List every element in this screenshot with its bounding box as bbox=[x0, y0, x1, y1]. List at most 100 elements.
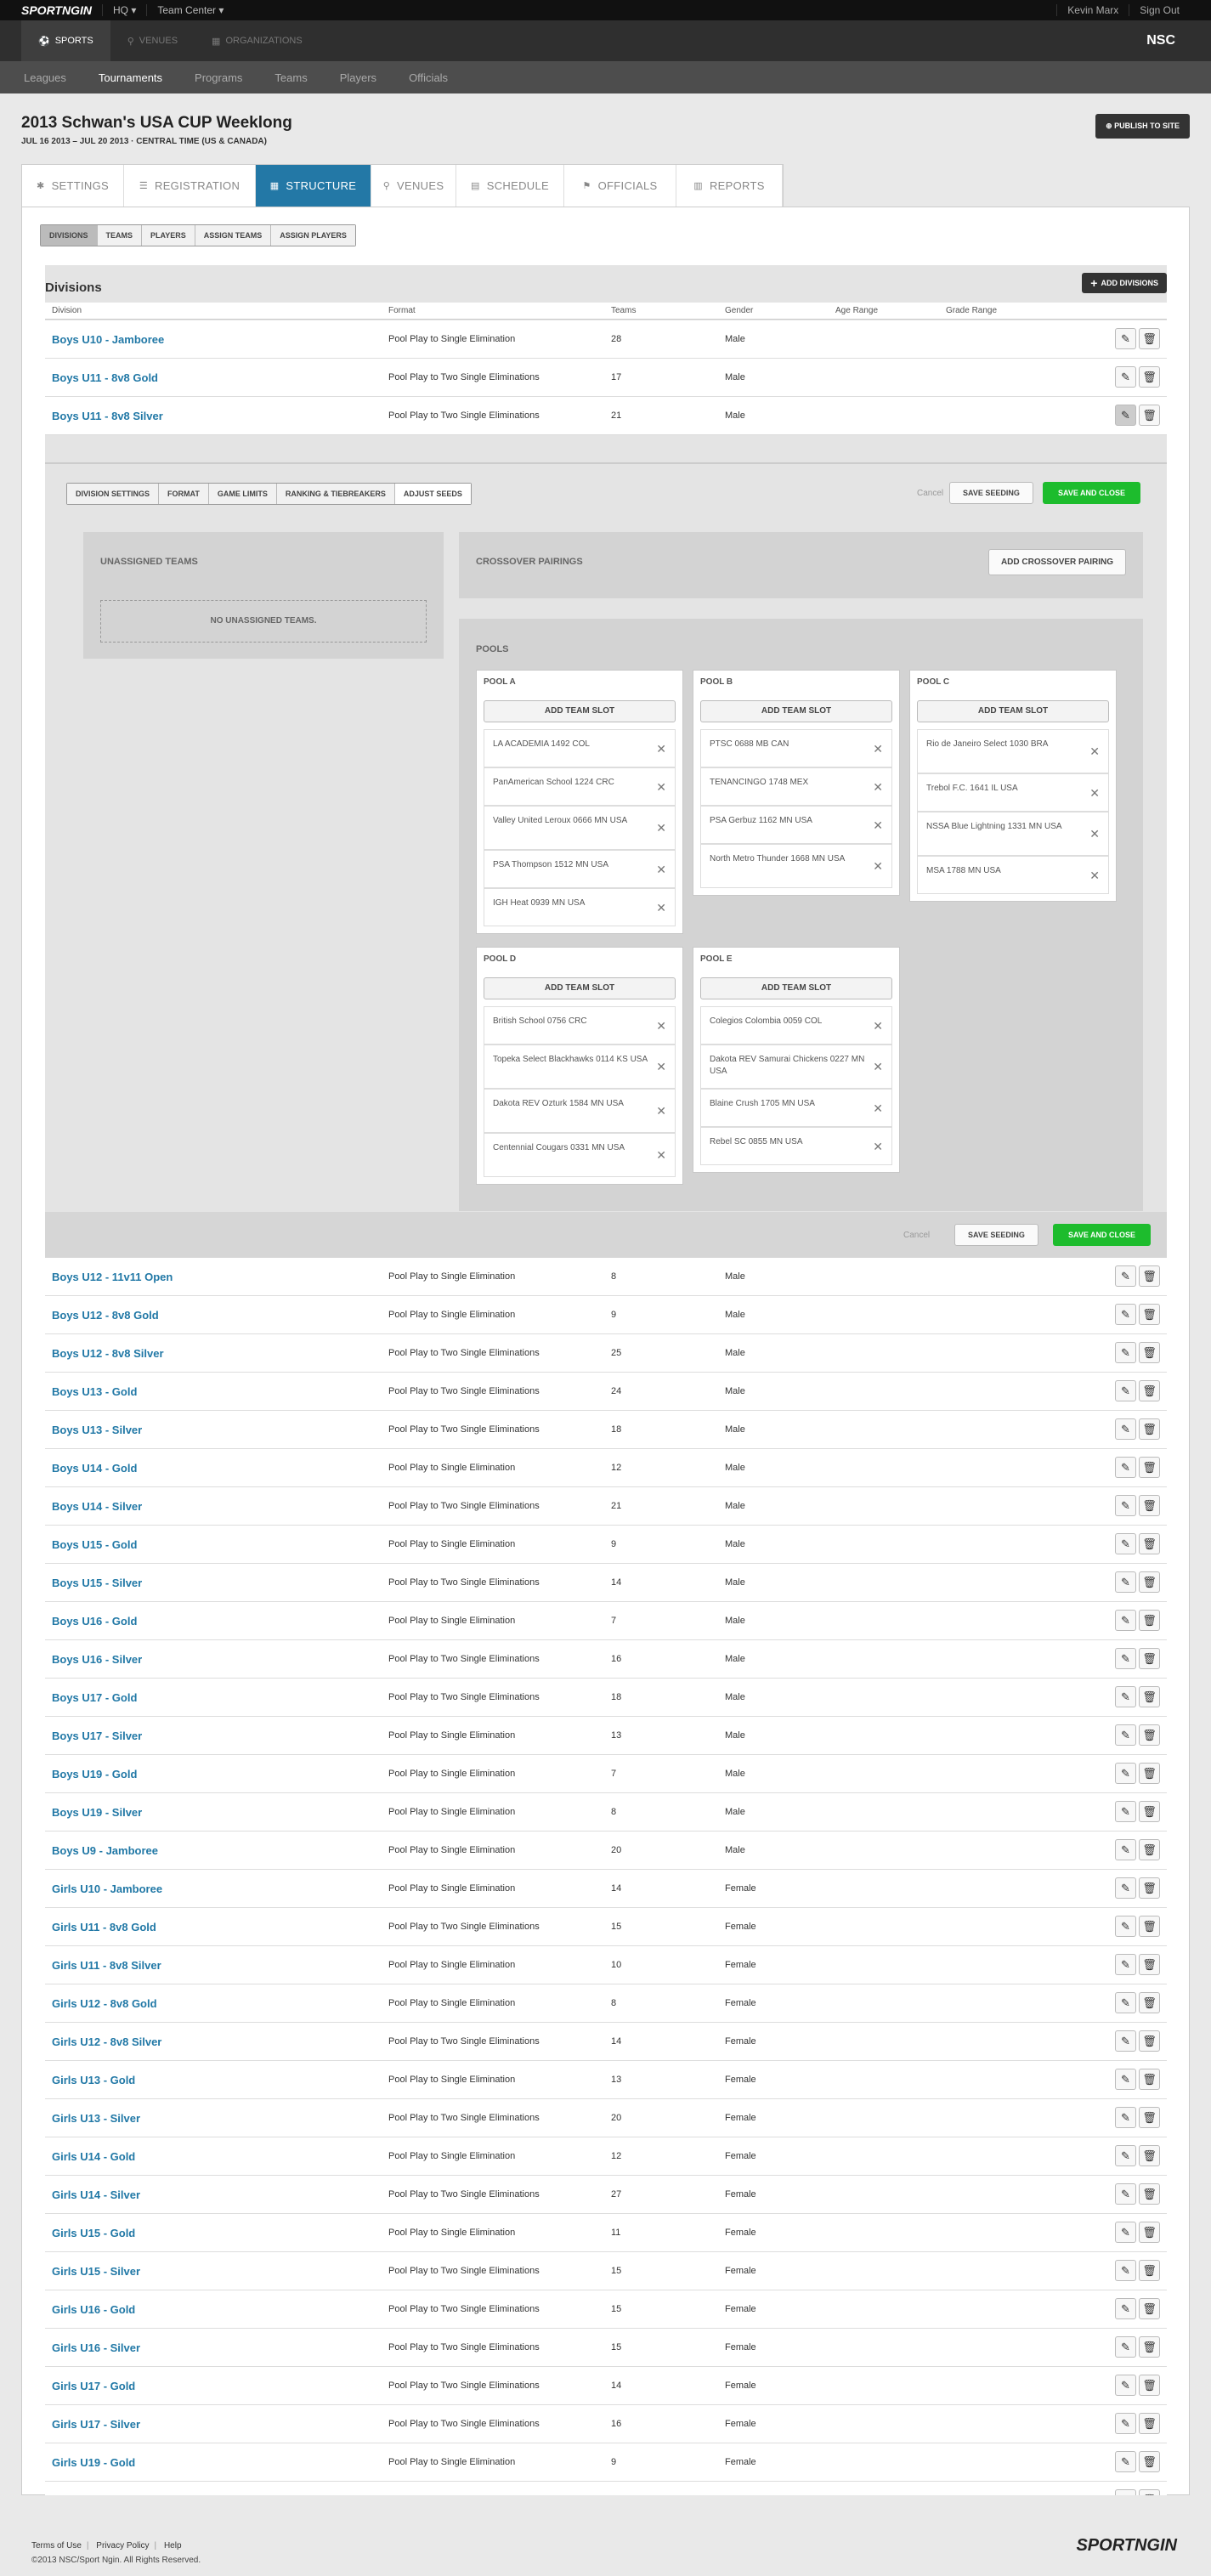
remove-icon[interactable]: ✕ bbox=[1089, 828, 1100, 840]
tab-schedule[interactable]: ▤ SCHEDULE bbox=[456, 165, 564, 207]
division-name-link[interactable]: Boys U19 - Gold bbox=[52, 1768, 137, 1781]
edit-division-button[interactable]: ✎ bbox=[1115, 1839, 1136, 1860]
delete-division-button[interactable]: 🗑 bbox=[1139, 2183, 1160, 2205]
division-name-link[interactable]: Boys U12 - 11v11 Open bbox=[52, 1271, 173, 1283]
subtab-players[interactable]: PLAYERS bbox=[142, 225, 195, 246]
remove-icon[interactable]: ✕ bbox=[656, 743, 666, 755]
edit-division-button[interactable]: ✎ bbox=[1115, 2451, 1136, 2472]
edit-division-button[interactable]: ✎ bbox=[1115, 1304, 1136, 1325]
subtab-divisions[interactable]: DIVISIONS bbox=[41, 225, 98, 246]
add-divisions-button[interactable]: + ADD DIVISIONS bbox=[1082, 273, 1167, 293]
division-name-link[interactable]: Girls U10 - Jamboree bbox=[52, 1882, 162, 1895]
help-link[interactable]: Help bbox=[164, 2541, 182, 2551]
edit-division-button[interactable]: ✎ bbox=[1115, 1571, 1136, 1593]
edit-division-button[interactable]: ✎ bbox=[1115, 1380, 1136, 1401]
delete-division-button[interactable]: 🗑 bbox=[1139, 1801, 1160, 1822]
delete-division-button[interactable]: 🗑 bbox=[1139, 2069, 1160, 2090]
edit-division-button[interactable]: ✎ bbox=[1115, 1495, 1136, 1516]
remove-icon[interactable]: ✕ bbox=[656, 902, 666, 914]
team-slot[interactable]: MSA 1788 MN USA ✕ bbox=[917, 856, 1109, 894]
division-name-link[interactable]: Boys U16 - Gold bbox=[52, 1615, 137, 1628]
delete-division-button[interactable]: 🗑 bbox=[1139, 1571, 1160, 1593]
delete-division-button[interactable]: 🗑 bbox=[1139, 2298, 1160, 2319]
tab-officials[interactable]: ⚑ OFFICIALS bbox=[564, 165, 676, 207]
division-name-link[interactable]: Girls U11 - 8v8 Silver bbox=[52, 1959, 161, 1972]
remove-icon[interactable]: ✕ bbox=[873, 781, 883, 793]
delete-division-button[interactable]: 🗑 bbox=[1139, 1763, 1160, 1784]
division-name-link[interactable]: Girls U16 - Gold bbox=[52, 2303, 135, 2316]
remove-icon[interactable]: ✕ bbox=[656, 781, 666, 793]
edit-division-button[interactable]: ✎ bbox=[1115, 2145, 1136, 2166]
delete-division-button[interactable]: 🗑 bbox=[1139, 405, 1160, 426]
remove-icon[interactable]: ✕ bbox=[873, 1061, 883, 1073]
delete-division-button[interactable]: 🗑 bbox=[1139, 328, 1160, 349]
edit-division-button[interactable]: ✎ bbox=[1115, 2298, 1136, 2319]
delete-division-button[interactable]: 🗑 bbox=[1139, 1380, 1160, 1401]
team-slot[interactable]: PanAmerican School 1224 CRC ✕ bbox=[484, 767, 676, 806]
edit-division-button[interactable]: ✎ bbox=[1115, 2336, 1136, 2358]
edit-division-button[interactable]: ✎ bbox=[1115, 1610, 1136, 1631]
edit-division-button[interactable]: ✎ bbox=[1115, 2413, 1136, 2434]
remove-icon[interactable]: ✕ bbox=[656, 1061, 666, 1073]
remove-icon[interactable]: ✕ bbox=[656, 863, 666, 875]
team-slot[interactable]: PTSC 0688 MB CAN ✕ bbox=[700, 729, 892, 767]
division-name-link[interactable]: Boys U15 - Gold bbox=[52, 1538, 137, 1551]
delete-division-button[interactable]: 🗑 bbox=[1139, 2030, 1160, 2052]
editor-tab-adjust-seeds[interactable]: ADJUST SEEDS bbox=[394, 484, 471, 504]
editor-tab-game-limits[interactable]: GAME LIMITS bbox=[208, 484, 277, 504]
add-team-slot-button[interactable]: ADD TEAM SLOT bbox=[484, 700, 676, 722]
edit-division-button[interactable]: ✎ bbox=[1115, 1686, 1136, 1707]
division-name-link[interactable]: Boys U13 - Silver bbox=[52, 1424, 142, 1436]
edit-division-button[interactable]: ✎ bbox=[1115, 1724, 1136, 1746]
nav-sports[interactable]: ⚽ SPORTS bbox=[21, 20, 110, 61]
save-seeding-button-bottom[interactable]: SAVE SEEDING bbox=[954, 1224, 1038, 1246]
team-slot[interactable]: TENANCINGO 1748 MEX ✕ bbox=[700, 767, 892, 806]
division-name-link[interactable]: Boys U14 - Gold bbox=[52, 1462, 137, 1475]
remove-icon[interactable]: ✕ bbox=[1089, 869, 1100, 881]
add-team-slot-button[interactable]: ADD TEAM SLOT bbox=[700, 977, 892, 999]
remove-icon[interactable]: ✕ bbox=[656, 1149, 666, 1161]
tab-structure[interactable]: ▦ STRUCTURE bbox=[256, 165, 371, 207]
division-name-link[interactable]: Boys U17 - Gold bbox=[52, 1691, 137, 1704]
editor-tab-division-settings[interactable]: DIVISION SETTINGS bbox=[67, 484, 160, 504]
save-seeding-button-top[interactable]: SAVE SEEDING bbox=[949, 482, 1033, 504]
delete-division-button[interactable]: 🗑 bbox=[1139, 1495, 1160, 1516]
team-slot[interactable]: Topeka Select Blackhawks 0114 KS USA ✕ bbox=[484, 1045, 676, 1089]
team-center-menu[interactable]: Team Center ▾ bbox=[146, 4, 234, 16]
edit-division-button[interactable]: ✎ bbox=[1115, 2260, 1136, 2281]
team-slot[interactable]: North Metro Thunder 1668 MN USA ✕ bbox=[700, 844, 892, 888]
delete-division-button[interactable]: 🗑 bbox=[1139, 1457, 1160, 1478]
tab-registration[interactable]: ☰ REGISTRATION bbox=[124, 165, 256, 207]
add-team-slot-button[interactable]: ADD TEAM SLOT bbox=[917, 700, 1109, 722]
tab-reports[interactable]: ▥ REPORTS bbox=[676, 165, 783, 207]
add-crossover-pairing-button[interactable]: ADD CROSSOVER PAIRING bbox=[987, 549, 1126, 575]
cancel-link-top[interactable]: Cancel bbox=[917, 489, 943, 498]
delete-division-button[interactable]: 🗑 bbox=[1139, 1342, 1160, 1363]
division-name-link[interactable]: Boys U12 - 8v8 Gold bbox=[52, 1309, 159, 1322]
subnav-tournaments[interactable]: Tournaments bbox=[99, 71, 162, 84]
delete-division-button[interactable]: 🗑 bbox=[1139, 2336, 1160, 2358]
division-name-link[interactable]: Boys U15 - Silver bbox=[52, 1577, 142, 1589]
edit-division-button[interactable]: ✎ bbox=[1115, 1954, 1136, 1975]
add-team-slot-button[interactable]: ADD TEAM SLOT bbox=[700, 700, 892, 722]
edit-division-button[interactable]: ✎ bbox=[1115, 366, 1136, 388]
edit-division-button[interactable]: ✎ bbox=[1115, 405, 1136, 426]
team-slot[interactable]: Colegios Colombia 0059 COL ✕ bbox=[700, 1006, 892, 1045]
subtab-assign-teams[interactable]: ASSIGN TEAMS bbox=[195, 225, 272, 246]
user-name-link[interactable]: Kevin Marx bbox=[1056, 4, 1129, 16]
delete-division-button[interactable]: 🗑 bbox=[1139, 2451, 1160, 2472]
delete-division-button[interactable]: 🗑 bbox=[1139, 1610, 1160, 1631]
edit-division-button[interactable]: ✎ bbox=[1115, 1992, 1136, 2013]
save-and-close-button-bottom[interactable]: SAVE AND CLOSE bbox=[1053, 1224, 1152, 1246]
division-name-link[interactable]: Girls U12 - 8v8 Silver bbox=[52, 2035, 161, 2048]
division-name-link[interactable]: Girls U17 - Gold bbox=[52, 2380, 135, 2392]
delete-division-button[interactable]: 🗑 bbox=[1139, 1686, 1160, 1707]
editor-tab-ranking-tiebreakers[interactable]: RANKING & TIEBREAKERS bbox=[276, 484, 395, 504]
edit-division-button[interactable]: ✎ bbox=[1115, 2107, 1136, 2128]
team-slot[interactable]: Blaine Crush 1705 MN USA ✕ bbox=[700, 1089, 892, 1127]
division-name-link[interactable]: Boys U11 - 8v8 Silver bbox=[52, 410, 163, 422]
privacy-link[interactable]: Privacy Policy bbox=[96, 2541, 149, 2551]
delete-division-button[interactable]: 🗑 bbox=[1139, 1304, 1160, 1325]
edit-division-button[interactable]: ✎ bbox=[1115, 2222, 1136, 2243]
team-slot[interactable]: PSA Thompson 1512 MN USA ✕ bbox=[484, 850, 676, 888]
